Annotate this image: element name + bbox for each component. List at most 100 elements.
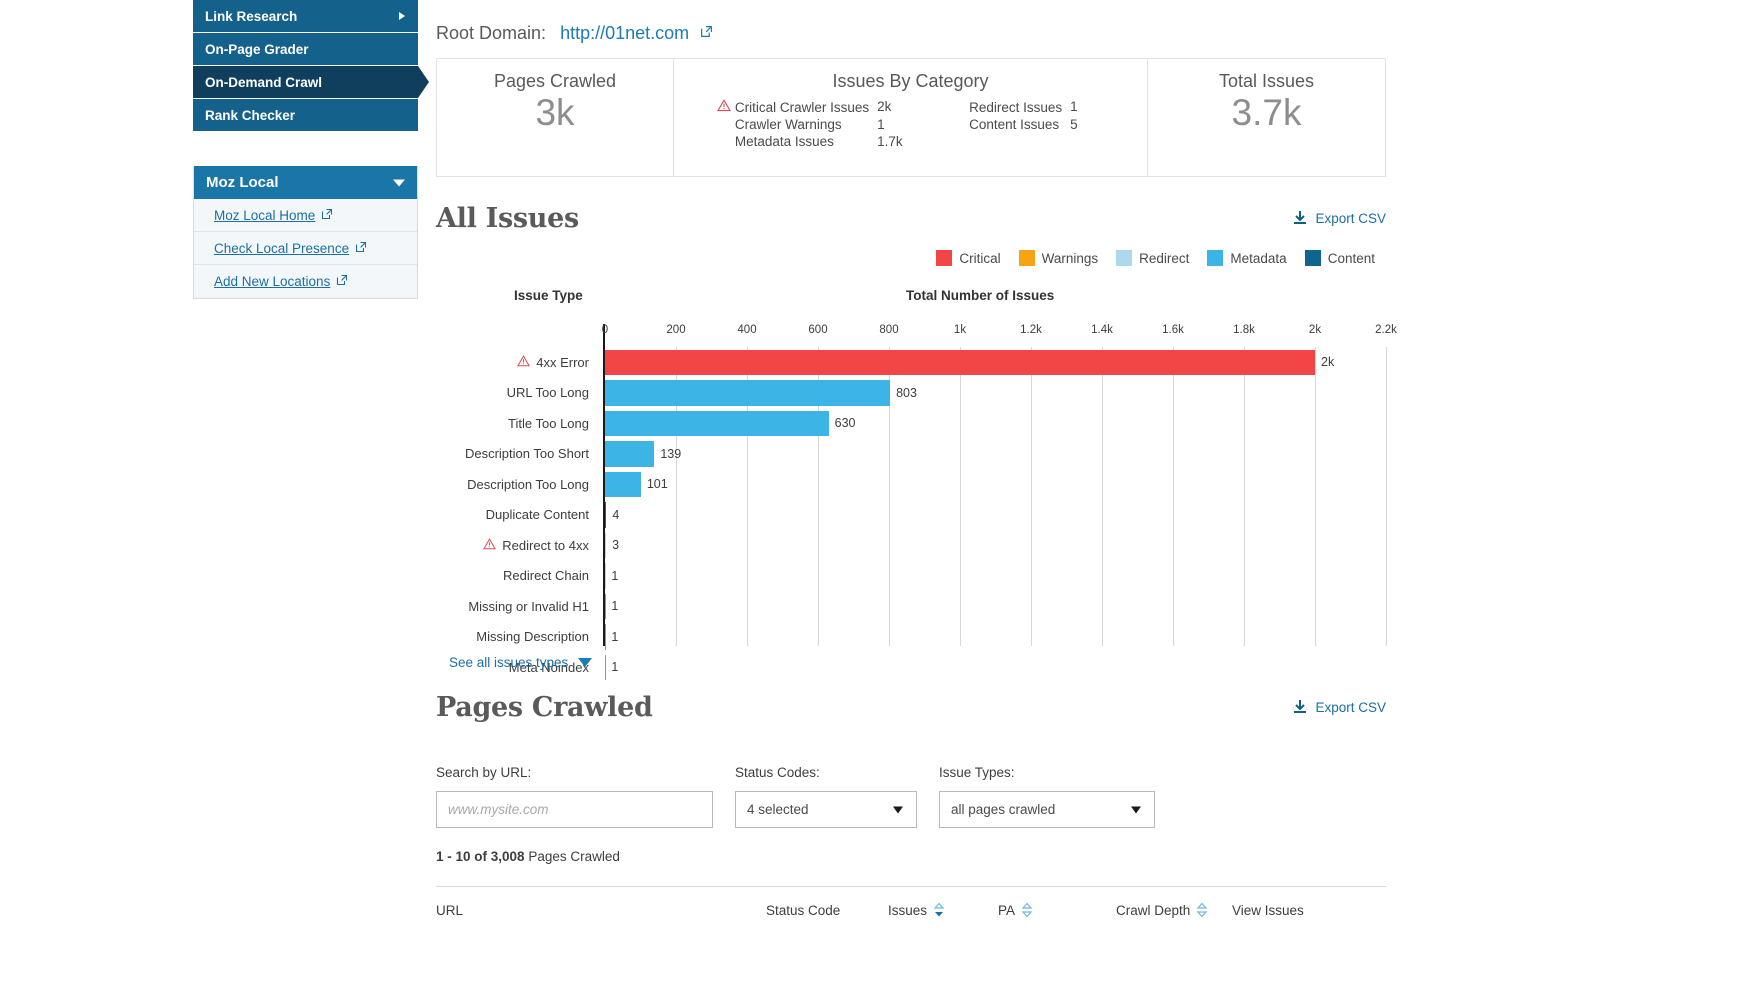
chart-bar-row[interactable]: 630 [605,408,1386,439]
root-domain-link[interactable]: http://01net.com [560,23,689,43]
chart-plot: 4xx Error URL Too Long Title Too Long Descr… [436,324,1397,680]
chart-bar[interactable] [605,380,891,406]
chart-bar[interactable] [605,410,829,436]
content-issues-label: Content Issues [969,117,1060,132]
chart-category-label[interactable]: Duplicate Content [436,500,596,531]
legend-item-critical[interactable]: Critical [936,250,1001,266]
moz-local-home-link[interactable]: Moz Local Home [214,208,315,223]
issue-types-select[interactable]: all pages crawled [939,791,1155,828]
chart-bar-row[interactable]: 1 [605,652,1386,683]
sidebar-item-on-demand-crawl[interactable]: On-Demand Crawl [193,66,429,99]
chart-category-text: Duplicate Content [485,507,589,523]
sidebar-item-label: Link Research [205,8,298,24]
chart-category-label[interactable]: Description Too Long [436,469,596,500]
metadata-issues-label: Metadata Issues [734,134,834,149]
see-all-issue-types-button[interactable]: See all issues types [449,655,593,670]
chart-x-tick-label: 1k [953,324,967,336]
legend-label: Metadata [1230,250,1287,266]
table-header-crawl-depth[interactable]: Crawl Depth [1116,902,1232,918]
search-input[interactable]: www.mysite.com [436,791,713,828]
table-header-label: PA [998,902,1016,918]
warning-triangle-icon [483,537,497,553]
chart-bar-value-label: 2k [1321,355,1335,370]
root-domain-label: Root Domain: [436,23,547,43]
status-codes-label: Status Codes: [735,765,820,780]
legend-label: Warnings [1041,250,1099,266]
export-csv-all-issues-button[interactable]: Export CSV [1293,210,1386,228]
add-new-locations-link[interactable]: Add New Locations [214,274,330,289]
root-domain-link-wrap[interactable]: http://01net.com [560,22,713,44]
legend-swatch [1304,250,1321,266]
chart-bar-row[interactable]: 1 [605,591,1386,622]
pages-crawled-table: URL Status Code Issues PA Crawl Depth Vi… [436,886,1386,933]
sidebar-item-moz-local-home[interactable]: Moz Local Home [194,199,417,232]
legend-item-redirect[interactable]: Redirect [1116,250,1189,266]
chart-category-label[interactable]: Redirect to 4xx [436,530,596,561]
chart-x-axis-title: Total Number of Issues [906,288,1055,303]
chart-bar-row[interactable]: 139 [605,439,1386,470]
table-header-issues[interactable]: Issues [888,902,998,918]
chart-bar-row[interactable]: 2k [605,347,1386,378]
pages-crawled-header: Pages Crawled Export CSV [436,692,1386,723]
sidebar: Link Research On-Page Grader On-Demand C… [193,0,429,299]
pages-crawled-card-title: Pages Crawled [493,71,617,91]
legend-item-content[interactable]: Content [1304,250,1375,266]
total-issues-card-title: Total Issues [1218,71,1315,91]
chart-bar[interactable] [605,471,641,497]
table-header-label: Status Code [766,902,841,918]
chart-x-tick-label: 2.2k [1375,324,1397,336]
legend-swatch [1207,250,1224,266]
legend-item-metadata[interactable]: Metadata [1207,250,1287,266]
critical-crawler-issues-value: 2k [877,99,892,114]
metadata-issues-value: 1.7k [877,134,903,149]
external-link-icon [336,274,348,289]
download-icon [1293,210,1307,228]
moz-local-panel-header[interactable]: Moz Local [194,166,417,199]
sidebar-item-on-page-grader[interactable]: On-Page Grader [193,33,418,66]
download-icon [1293,699,1307,717]
chevron-down-icon [893,806,903,813]
sidebar-item-link-research[interactable]: Link Research [193,0,418,33]
chart-category-label[interactable]: Missing Description [436,622,596,653]
chart-bar[interactable] [605,349,1315,375]
table-header-label: View Issues [1232,902,1304,918]
chart-category-text: Redirect to 4xx [502,537,589,553]
chart-category-label[interactable]: Description Too Short [436,439,596,470]
export-csv-pages-crawled-button[interactable]: Export CSV [1293,699,1386,717]
search-by-url-group: Search by URL: www.mysite.com [436,765,713,828]
chart-category-label[interactable]: Missing or Invalid H1 [436,591,596,622]
chart-category-label[interactable]: URL Too Long [436,378,596,409]
cat-label-text: Critical Crawler Issues [734,99,870,115]
table-header-pa[interactable]: PA [998,902,1116,918]
chart-bar-row[interactable]: 803 [605,378,1386,409]
chart-category-label[interactable]: Redirect Chain [436,561,596,592]
sidebar-item-rank-checker[interactable]: Rank Checker [193,99,418,132]
sort-icon[interactable] [1196,902,1208,918]
sort-icon[interactable] [1021,902,1033,918]
chart-bar-row[interactable]: 1 [605,561,1386,592]
chart-x-ticks: 0 200 400 600 800 1k 1.2k 1.4k 1.6k 1.8k 2k 2.2k [602,324,1397,347]
chart-bar-value-label: 3 [612,538,620,553]
sidebar-item-check-local-presence[interactable]: Check Local Presence [194,232,417,265]
results-count: 1 - 10 of 3,008 Pages Crawled [436,849,1386,864]
chart-category-label[interactable]: Title Too Long [436,408,596,439]
chart-bar-value-label: 139 [660,446,682,461]
sort-icon[interactable] [933,902,945,918]
check-local-presence-link[interactable]: Check Local Presence [214,241,349,256]
chart-category-text: Redirect Chain [503,568,589,584]
chart-bar-row[interactable]: 1 [605,622,1386,653]
redirect-issues-value: 1 [1070,99,1078,114]
chart-bar-row[interactable]: 101 [605,469,1386,500]
sidebar-item-add-new-locations[interactable]: Add New Locations [194,265,417,298]
chart-bar-row[interactable]: 4 [605,500,1386,531]
root-domain-row: Root Domain: http://01net.com [436,0,1386,58]
chart-bar[interactable] [605,441,655,467]
chart-x-tick-label: 2k [1308,324,1322,336]
legend-item-warnings[interactable]: Warnings [1018,250,1099,266]
all-issues-chart: Issue Type Total Number of Issues 4xx Er… [436,288,1397,680]
chart-category-label[interactable]: 4xx Error [436,347,596,378]
chart-bar-row[interactable]: 3 [605,530,1386,561]
status-codes-select[interactable]: 4 selected [735,791,917,828]
chart-category-labels: 4xx Error URL Too Long Title Too Long Descr… [436,347,596,683]
issue-types-value: all pages crawled [951,802,1056,817]
